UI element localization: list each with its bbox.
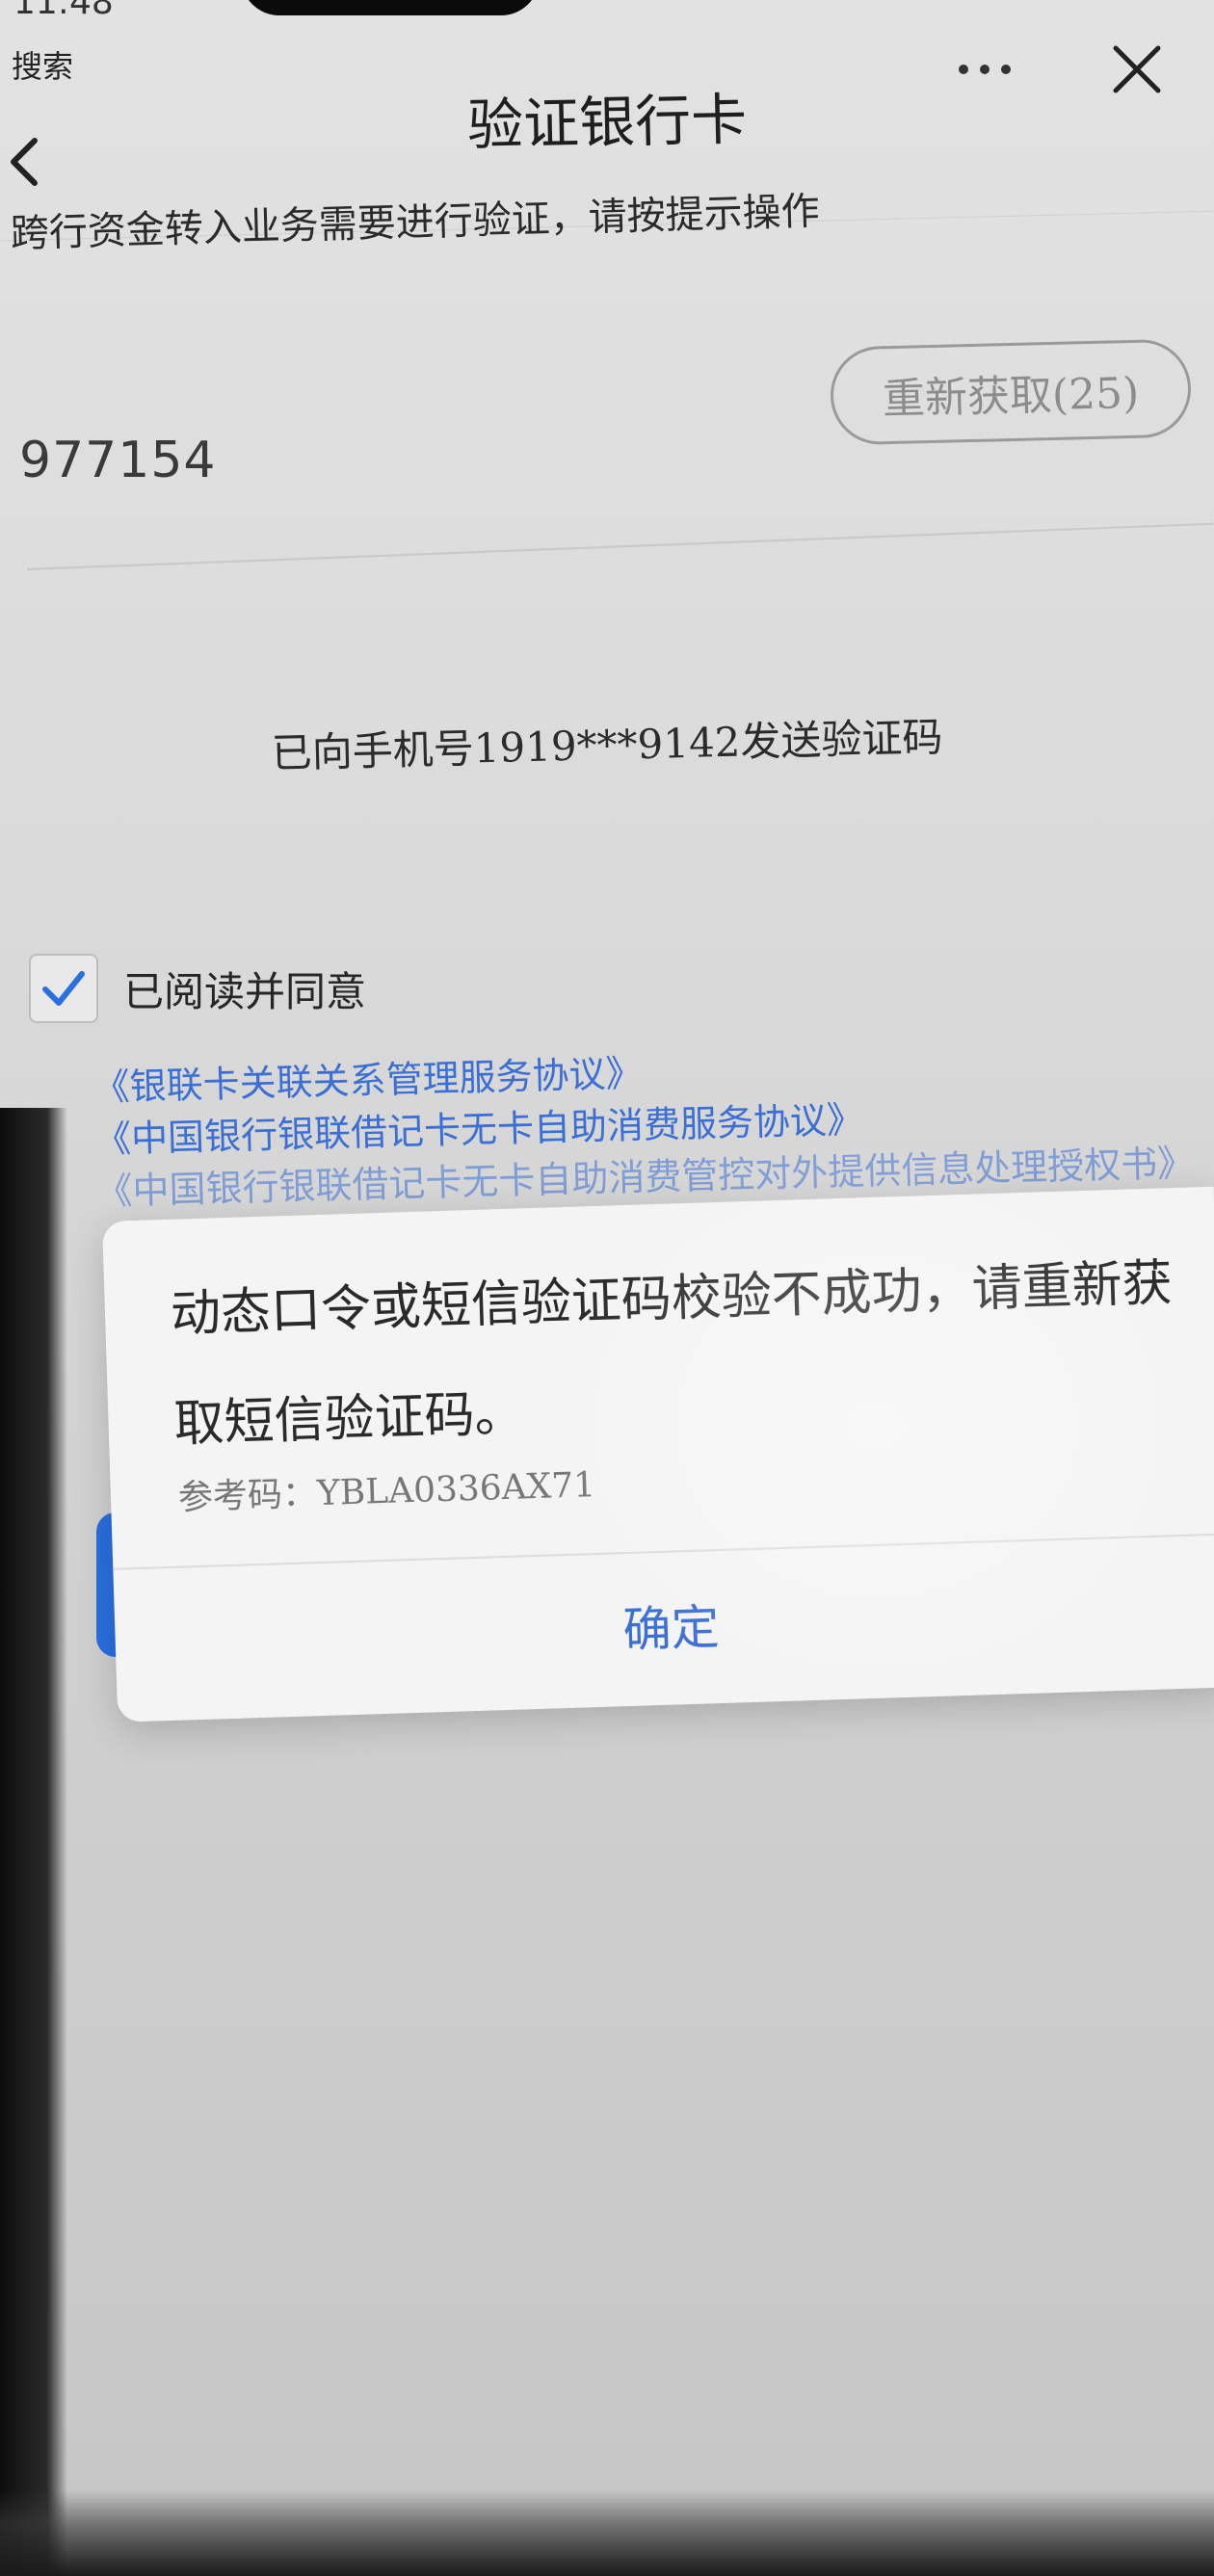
reference-code: YBLA0336AX71 bbox=[316, 1465, 596, 1514]
more-dot-icon bbox=[959, 65, 968, 74]
sms-code-input[interactable]: 977154 bbox=[19, 432, 217, 489]
screen: 11:48 搜索 验证银行卡 跨行资金转入业务需要进行验证，请按提示操作 977… bbox=[0, 0, 1214, 2576]
close-button[interactable] bbox=[1108, 40, 1166, 98]
checkmark-icon bbox=[42, 971, 85, 1006]
dialog-message: 动态口令或短信验证码校验不成功，请重新获取短信验证码。 bbox=[170, 1254, 1174, 1454]
back-to-search-link[interactable]: 搜索 bbox=[12, 42, 73, 87]
resend-code-button[interactable]: 重新获取(25) bbox=[829, 338, 1193, 446]
agree-checkbox[interactable] bbox=[29, 954, 98, 1023]
agree-label: 已阅读并同意 bbox=[123, 967, 367, 1015]
phone-bezel-bottom bbox=[0, 2489, 1214, 2576]
nav-bar: 搜索 验证银行卡 bbox=[0, 0, 1214, 186]
verification-hint: 跨行资金转入业务需要进行验证，请按提示操作 bbox=[10, 189, 821, 256]
more-button[interactable] bbox=[959, 50, 1026, 89]
error-dialog: 动态口令或短信验证码校验不成功，请重新获取短信验证码。 参考码：YBLA0336… bbox=[102, 1186, 1214, 1722]
code-sent-message: 已向手机号1919***9142发送验证码 bbox=[271, 713, 943, 777]
phone-bezel-left bbox=[0, 1108, 67, 2576]
agreement-links: 《银联卡关联关系管理服务协议》 《中国银行银联借记卡无卡自助消费服务协议》 《中… bbox=[92, 1033, 1214, 1218]
agreement-consent-row: 已阅读并同意 bbox=[29, 954, 366, 1023]
reference-label: 参考码： bbox=[177, 1474, 318, 1518]
close-icon bbox=[1113, 45, 1161, 93]
more-dot-icon bbox=[980, 65, 990, 74]
page-title: 验证银行卡 bbox=[466, 86, 748, 159]
input-divider bbox=[27, 522, 1214, 570]
more-dot-icon bbox=[1001, 65, 1011, 74]
